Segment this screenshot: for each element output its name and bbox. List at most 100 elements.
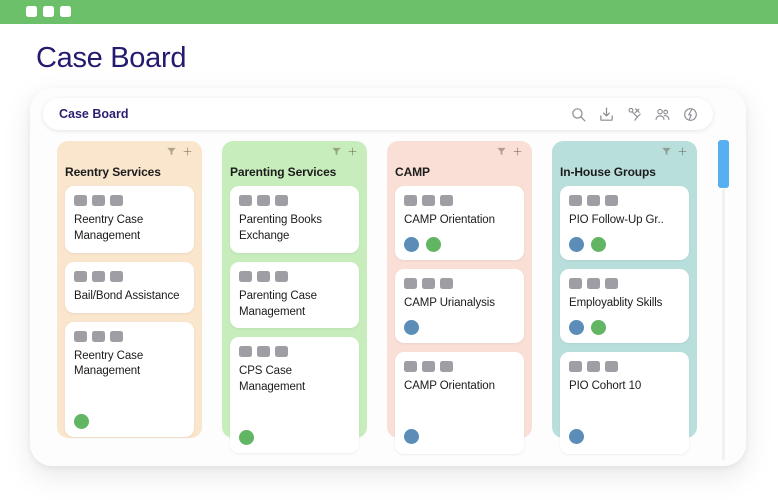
board-card[interactable]: Bail/Bond Assistance — [65, 261, 194, 313]
card-tag-group — [74, 330, 185, 342]
column-title[interactable]: CAMP — [395, 165, 524, 179]
card-title: CAMP Orientation — [404, 214, 495, 226]
board-column: CAMP CAMP Orientation CAMP Urianalysis CAMP… — [387, 141, 532, 454]
card-tag[interactable] — [605, 277, 618, 289]
add-card-icon[interactable] — [677, 146, 688, 157]
card-tag[interactable] — [587, 195, 600, 206]
card-tag[interactable] — [440, 360, 453, 372]
card-title: Bail/Bond Assistance — [74, 289, 180, 302]
page-title: Case Board — [36, 42, 187, 74]
search-icon[interactable] — [570, 106, 587, 123]
board-card[interactable]: Employablity Skills — [560, 268, 689, 343]
card-tag[interactable] — [404, 277, 417, 289]
card-tag[interactable] — [275, 270, 288, 282]
add-card-icon[interactable] — [347, 146, 358, 157]
avatar[interactable] — [569, 319, 584, 335]
avatar[interactable] — [239, 430, 254, 446]
card-tag[interactable] — [239, 346, 252, 358]
filter-icon[interactable] — [661, 146, 672, 157]
card-tag[interactable] — [422, 277, 435, 289]
card-tag[interactable] — [422, 195, 435, 206]
avatar[interactable] — [404, 428, 419, 444]
card-tag-group — [404, 360, 515, 372]
board-card[interactable]: PIO Cohort 10 — [560, 351, 689, 454]
card-tag[interactable] — [569, 277, 582, 289]
card-tag-group — [569, 360, 680, 372]
card-tag[interactable] — [110, 270, 123, 282]
avatar[interactable] — [404, 236, 419, 252]
card-tag[interactable] — [440, 277, 453, 289]
card-tag-group — [74, 270, 185, 282]
card-title: CAMP Orientation — [404, 379, 495, 392]
people-icon[interactable] — [654, 106, 671, 123]
integration-icon[interactable] — [682, 106, 699, 123]
column-title[interactable]: Parenting Services — [230, 165, 359, 179]
card-tag[interactable] — [92, 330, 105, 342]
filter-icon[interactable] — [331, 146, 342, 157]
window-dot-maximize-icon[interactable] — [60, 6, 71, 17]
import-icon[interactable] — [598, 106, 615, 123]
board-card[interactable]: Reentry Case Management — [65, 186, 194, 253]
avatar[interactable] — [591, 236, 606, 252]
card-tag[interactable] — [239, 270, 252, 282]
card-tag[interactable] — [110, 330, 123, 342]
card-tag[interactable] — [587, 360, 600, 372]
card-tag[interactable] — [605, 195, 618, 206]
automation-icon[interactable] — [626, 106, 643, 123]
card-tag[interactable] — [275, 195, 288, 206]
card-tag[interactable] — [275, 346, 288, 358]
filter-icon[interactable] — [166, 146, 177, 157]
add-card-icon[interactable] — [512, 146, 523, 157]
board-toolbar: Case Board — [43, 98, 713, 130]
card-tag[interactable] — [404, 195, 417, 206]
board-card[interactable]: Parenting Books Exchange — [230, 186, 359, 253]
board-column: Reentry Services Reentry Case Management B… — [57, 141, 202, 438]
column-actions — [661, 146, 688, 157]
card-tag[interactable] — [440, 195, 453, 206]
window-dot-close-icon[interactable] — [26, 6, 37, 17]
vertical-scrollbar-track[interactable] — [722, 140, 725, 460]
card-tag[interactable] — [74, 330, 87, 342]
window-dot-minimize-icon[interactable] — [43, 6, 54, 17]
board-card[interactable]: Parenting Case Management — [230, 261, 359, 329]
card-tag[interactable] — [257, 270, 270, 282]
board-name-label[interactable]: Case Board — [59, 107, 128, 121]
card-tag[interactable] — [404, 360, 417, 372]
column-title[interactable]: Reentry Services — [65, 165, 194, 179]
card-tag[interactable] — [605, 360, 618, 372]
card-title: Parenting Books Exchange — [239, 214, 322, 242]
avatar[interactable] — [569, 236, 584, 252]
avatar[interactable] — [591, 319, 606, 335]
card-tag[interactable] — [587, 277, 600, 289]
board-card[interactable]: CAMP Urianalysis — [395, 268, 524, 343]
card-tag[interactable] — [92, 195, 105, 206]
vertical-scrollbar-thumb[interactable] — [718, 140, 729, 188]
card-tag[interactable] — [92, 270, 105, 282]
card-tag-group — [404, 195, 515, 206]
card-tag[interactable] — [257, 346, 270, 358]
filter-icon[interactable] — [496, 146, 507, 157]
card-title: Parenting Case Management — [239, 289, 317, 318]
board-card[interactable]: PIO Follow-Up Gr.. — [560, 186, 689, 260]
add-card-icon[interactable] — [182, 146, 193, 157]
board-card[interactable]: Reentry Case Management — [65, 321, 194, 438]
card-tag[interactable] — [74, 195, 87, 206]
avatar[interactable] — [426, 236, 441, 252]
board-card[interactable]: CAMP Orientation — [395, 186, 524, 260]
column-title[interactable]: In-House Groups — [560, 165, 689, 179]
avatar[interactable] — [569, 428, 584, 444]
card-tag[interactable] — [422, 360, 435, 372]
card-tag[interactable] — [569, 360, 582, 372]
card-tag-group — [569, 195, 680, 206]
card-tag[interactable] — [74, 270, 87, 282]
card-tag[interactable] — [110, 195, 123, 206]
avatar[interactable] — [74, 414, 89, 430]
card-title: CAMP Urianalysis — [404, 296, 495, 309]
board-card[interactable]: CAMP Orientation — [395, 351, 524, 454]
board-card[interactable]: CPS Case Management — [230, 337, 359, 454]
card-tag[interactable] — [569, 195, 582, 206]
avatar[interactable] — [404, 319, 419, 335]
card-tag[interactable] — [239, 195, 252, 206]
column-actions — [331, 146, 358, 157]
card-tag[interactable] — [257, 195, 270, 206]
